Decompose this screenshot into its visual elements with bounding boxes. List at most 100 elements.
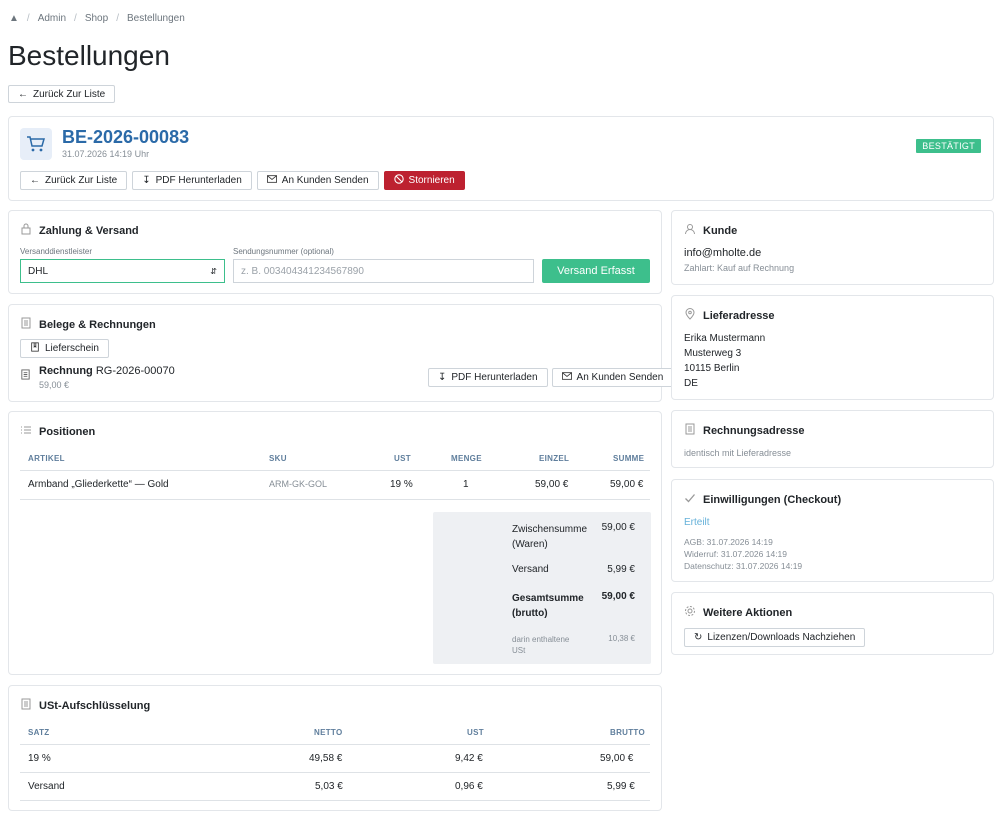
check-icon bbox=[684, 492, 696, 507]
send-to-customer-button[interactable]: An Kunden Senden bbox=[256, 171, 379, 190]
download-icon: ↧ bbox=[438, 372, 447, 383]
refresh-licenses-button[interactable]: ↻ Lizenzen/Downloads Nachziehen bbox=[684, 628, 866, 647]
consents-status: Erteilt bbox=[684, 517, 710, 528]
billing-address-card: Rechnungsadresse identisch mit Lieferadr… bbox=[671, 410, 994, 468]
customer-email[interactable]: info@mholte.de bbox=[684, 247, 761, 259]
delivery-note-button[interactable]: Lieferschein bbox=[20, 339, 109, 358]
tracking-input[interactable]: z. B. 003404341234567890 bbox=[233, 259, 534, 283]
download-icon: ↧ bbox=[142, 175, 151, 186]
consents-details: AGB: 31.07.2026 14:19 Widerruf: 31.07.20… bbox=[684, 536, 802, 572]
total-value: 59,00 € bbox=[601, 591, 635, 602]
billing-address-text: identisch mit Lieferadresse bbox=[684, 448, 792, 458]
refresh-icon: ↻ bbox=[694, 632, 703, 643]
vat-breakdown-card: USt-Aufschlüsselung SATZ NETTO UST BRUTT… bbox=[8, 685, 662, 811]
consent-agb: AGB: 31.07.2026 14:19 bbox=[684, 537, 773, 547]
breadcrumb-shop[interactable]: Shop bbox=[85, 13, 108, 24]
consents-title: Einwilligungen (Checkout) bbox=[703, 493, 842, 506]
mail-icon bbox=[561, 371, 572, 384]
col-summe: SUMME bbox=[613, 454, 645, 463]
delivery-address-title: Lieferadresse bbox=[703, 309, 775, 322]
subtotal-label: Zwischensumme (Waren) bbox=[512, 524, 588, 550]
back-to-list-button[interactable]: ← Zurück Zur Liste bbox=[8, 85, 116, 103]
col-einzel: EINZEL bbox=[539, 454, 570, 463]
col-sku: SKU bbox=[269, 454, 287, 463]
tracking-label: Sendungsnummer (optional) bbox=[233, 247, 334, 256]
col-netto: NETTO bbox=[314, 728, 343, 737]
billing-address-title: Rechnungsadresse bbox=[703, 424, 805, 437]
row-einzel: 59,00 € bbox=[535, 479, 569, 490]
document-icon bbox=[20, 317, 32, 332]
list-icon bbox=[20, 424, 32, 439]
cancel-icon bbox=[393, 174, 404, 187]
row-netto: 5,03 € bbox=[315, 781, 343, 792]
customer-payment: Zahlart: Kauf auf Rechnung bbox=[684, 263, 795, 273]
documents-title: Belege & Rechnungen bbox=[39, 318, 156, 331]
arrow-left-icon: ← bbox=[30, 175, 40, 186]
documents-card: Belege & Rechnungen Lieferschein Rechnun… bbox=[8, 304, 674, 402]
pdf-download-button[interactable]: ↧ PDF Herunterladen bbox=[132, 171, 252, 190]
row-menge: 1 bbox=[463, 479, 469, 490]
breadcrumb-admin[interactable]: Admin bbox=[38, 13, 66, 24]
row-brutto: 5,99 € bbox=[607, 781, 635, 792]
col-ust: UST bbox=[467, 728, 484, 737]
address-line: 10115 Berlin bbox=[684, 363, 740, 374]
more-actions-card: Weitere Aktionen ↻ Lizenzen/Downloads Na… bbox=[671, 592, 994, 655]
invoice-label: Rechnung bbox=[39, 365, 93, 377]
shipping-title: Zahlung & Versand bbox=[39, 224, 139, 237]
bookmark-icon bbox=[30, 342, 40, 355]
vat-breakdown-title: USt-Aufschlüsselung bbox=[39, 699, 151, 712]
vat-value: 10,38 € bbox=[608, 634, 635, 643]
carrier-label: Versanddienstleister bbox=[20, 247, 93, 256]
invoice-send-button[interactable]: An Kunden Senden bbox=[551, 368, 674, 387]
subtotal-value: 59,00 € bbox=[601, 522, 635, 533]
totals-box: Zwischensumme (Waren) 59,00 € Versand 5,… bbox=[433, 512, 651, 664]
total-label: Gesamtsumme (brutto) bbox=[512, 593, 584, 619]
row-ust: 9,42 € bbox=[455, 753, 483, 764]
cart-icon bbox=[20, 128, 52, 160]
carrier-select[interactable]: DHL ⇵ bbox=[20, 259, 225, 283]
consent-datenschutz: Datenschutz: 31.07.2026 14:19 bbox=[684, 561, 803, 571]
invoice-entry: Rechnung RG-2026-00070 bbox=[39, 365, 175, 377]
invoice-number: RG-2026-00070 bbox=[95, 365, 175, 377]
shipping-card: Zahlung & Versand Versanddienstleister D… bbox=[8, 210, 662, 294]
vat-label: darin enthaltene USt bbox=[512, 635, 570, 655]
order-number: BE-2026-00083 bbox=[62, 127, 190, 147]
positions-title: Positionen bbox=[39, 425, 96, 438]
shipping-label: Versand bbox=[512, 564, 549, 575]
shipping-value: 5,99 € bbox=[607, 564, 635, 575]
lock-icon bbox=[20, 223, 32, 238]
row-sku: ARM-GK-GOL bbox=[269, 479, 328, 489]
table-row: Versand 5,03 € 0,96 € 5,99 € bbox=[20, 773, 650, 800]
row-summe: 59,00 € bbox=[610, 479, 644, 490]
row-ust: 19 % bbox=[390, 479, 413, 490]
invoice-pdf-button[interactable]: ↧ PDF Herunterladen bbox=[428, 368, 548, 387]
consents-card: Einwilligungen (Checkout) Erteilt AGB: 3… bbox=[671, 479, 994, 582]
select-arrows-icon: ⇵ bbox=[210, 266, 217, 276]
more-actions-title: Weitere Aktionen bbox=[703, 606, 793, 619]
row-satz: 19 % bbox=[28, 753, 51, 764]
row-ust: 0,96 € bbox=[455, 781, 483, 792]
col-brutto: BRUTTO bbox=[610, 728, 645, 737]
arrow-left-icon: ← bbox=[18, 88, 28, 100]
home-icon[interactable]: ▲ bbox=[9, 13, 19, 24]
order-datetime: 31.07.2026 14:19 Uhr bbox=[62, 149, 150, 159]
address-line: Musterweg 3 bbox=[684, 348, 742, 359]
customer-title: Kunde bbox=[703, 224, 738, 237]
address-line: Erika Mustermann bbox=[684, 333, 766, 344]
row-brutto: 59,00 € bbox=[600, 753, 634, 764]
mail-icon bbox=[266, 174, 277, 187]
invoice-amount: 59,00 € bbox=[39, 380, 70, 390]
customer-card: Kunde info@mholte.de Zahlart: Kauf auf R… bbox=[671, 210, 994, 285]
col-satz: SATZ bbox=[28, 728, 50, 737]
status-badge: BESTÄTIGT bbox=[916, 139, 981, 153]
cancel-order-button[interactable]: Stornieren bbox=[383, 171, 465, 190]
breadcrumb: ▲ / Admin / Shop / Bestellungen bbox=[9, 13, 185, 24]
back-to-list-button-2[interactable]: ← Zurück Zur Liste bbox=[20, 171, 128, 190]
col-artikel: ARTIKEL bbox=[28, 454, 65, 463]
shipping-submit-button[interactable]: Versand Erfasst bbox=[542, 259, 650, 283]
col-menge: MENGE bbox=[451, 454, 482, 463]
table-row: Armband „Gliederkette“ — Gold ARM-GK-GOL… bbox=[20, 471, 650, 499]
delivery-address-card: Lieferadresse Erika Mustermann Musterweg… bbox=[671, 295, 994, 400]
document-icon bbox=[684, 423, 696, 438]
positions-card: Positionen ARTIKEL SKU UST MENGE EINZEL … bbox=[8, 411, 662, 675]
